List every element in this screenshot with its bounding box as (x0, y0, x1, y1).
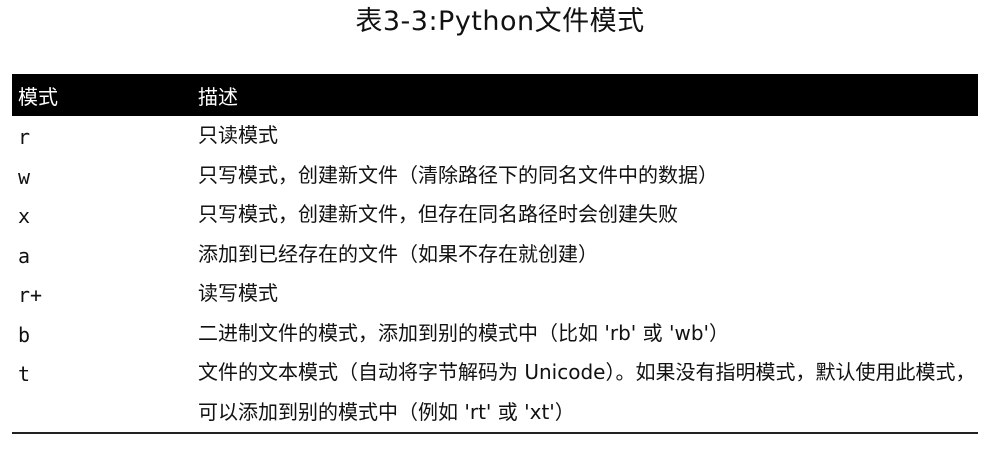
mode-cell: w (18, 164, 31, 189)
table-header: 模式 描述 (12, 74, 978, 116)
mode-cell: t (12, 353, 192, 434)
mode-cell: b (18, 322, 31, 347)
header-row: 模式 描述 (12, 74, 978, 116)
description-cell: 二进制文件的模式，添加到别的模式中（比如 'rb' 或 'wb'） (198, 320, 730, 345)
table-row: t 文件的文本模式（自动将字节解码为 Unicode）。如果没有指明模式，默认使… (12, 353, 978, 434)
file-modes-table: 模式 描述 r 只读模式 w 只写模式，创建新文件（清除路径下的同名文件中的数据… (12, 74, 978, 434)
description-cell: 文件的文本模式（自动将字节解码为 Unicode）。如果没有指明模式，默认使用此… (192, 353, 978, 434)
description-cell: 只写模式，创建新文件（清除路径下的同名文件中的数据） (198, 162, 718, 187)
mode-cell: r (18, 125, 31, 149)
table-body: r 只读模式 w 只写模式，创建新文件（清除路径下的同名文件中的数据） x 只写… (12, 116, 978, 434)
header-mode: 模式 (18, 84, 58, 109)
header-description: 描述 (198, 84, 238, 109)
table-row: w 只写模式，创建新文件（清除路径下的同名文件中的数据） (12, 156, 978, 196)
table-row: b 二进制文件的模式，添加到别的模式中（比如 'rb' 或 'wb'） (12, 314, 978, 354)
mode-cell: r+ (18, 283, 43, 307)
table-row: r+ 读写模式 (12, 274, 978, 314)
table-title: 表3-3:Python文件模式 (355, 6, 645, 37)
table-row: x 只写模式，创建新文件，但存在同名路径时会创建失败 (12, 195, 978, 235)
table-row: r 只读模式 (12, 116, 978, 156)
mode-cell: x (18, 204, 31, 228)
description-cell: 只读模式 (198, 123, 278, 147)
mode-cell: a (18, 243, 31, 268)
description-cell: 读写模式 (198, 281, 278, 305)
description-cell: 添加到已经存在的文件（如果不存在就创建） (198, 241, 598, 266)
table-row: a 添加到已经存在的文件（如果不存在就创建） (12, 235, 978, 275)
description-cell: 只写模式，创建新文件，但存在同名路径时会创建失败 (198, 202, 678, 226)
